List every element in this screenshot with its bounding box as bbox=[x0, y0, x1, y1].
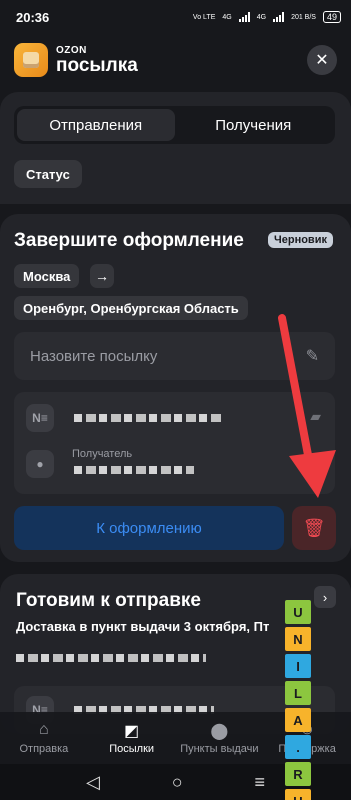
ready-title: Готовим к отправке bbox=[16, 590, 201, 611]
status-filter-chip[interactable]: Статус bbox=[14, 160, 82, 188]
nav-send-label: Отправка bbox=[19, 743, 69, 755]
ready-expand-button[interactable]: › bbox=[314, 586, 336, 608]
chat-icon[interactable]: ▰ bbox=[310, 408, 321, 425]
clock: 20:36 bbox=[16, 9, 50, 25]
draft-title: Завершите оформление bbox=[14, 230, 244, 251]
recipient-label: Получатель bbox=[72, 448, 133, 460]
parcel-name-field[interactable]: ✎ bbox=[14, 332, 335, 380]
brand-small: OZON bbox=[56, 44, 87, 56]
tracking-redacted bbox=[16, 654, 206, 662]
close-icon: ✕ bbox=[315, 52, 329, 69]
map-pin-icon: ⬤ bbox=[210, 723, 229, 740]
home-circle-icon[interactable]: ○ bbox=[172, 772, 183, 793]
unila-watermark: U N I L A . R U bbox=[285, 600, 311, 800]
signal-icon bbox=[238, 12, 250, 22]
nav-send[interactable]: ⌂ Отправка bbox=[0, 712, 88, 764]
watermark-letter: A bbox=[285, 708, 311, 732]
battery-icon: 49 bbox=[322, 11, 341, 23]
speed-indicator: 201 B/S bbox=[291, 13, 316, 21]
watermark-letter: N bbox=[285, 627, 311, 651]
watermark-letter: R bbox=[285, 762, 311, 786]
sender-redacted bbox=[74, 414, 224, 422]
watermark-letter: . bbox=[285, 735, 311, 759]
to-city-chip: Оренбург, Оренбургская Область bbox=[14, 296, 248, 320]
network-4g-indicator: 4G bbox=[222, 13, 232, 21]
draft-badge: Черновик bbox=[268, 232, 333, 248]
recipient-redacted bbox=[74, 466, 194, 474]
from-city-chip: Москва bbox=[14, 264, 80, 288]
tab-sent[interactable]: Отправления bbox=[17, 109, 175, 141]
status-bar: 20:36 Vo LTE 4G 4G 201 B/S 49 bbox=[0, 0, 351, 34]
network-4g-indicator-2: 4G bbox=[256, 13, 267, 21]
segmented-tabs: Отправления Получения bbox=[14, 106, 335, 144]
delete-button[interactable]: 🗑 bbox=[292, 506, 336, 550]
pencil-icon[interactable]: ✎ bbox=[306, 346, 319, 366]
sender-recipient-block[interactable]: N≡ ▰ ● Получатель bbox=[14, 392, 335, 494]
document-icon: N≡ bbox=[26, 404, 54, 432]
volte-indicator: Vo LTE bbox=[192, 13, 216, 21]
ozon-parcel-logo-icon bbox=[14, 43, 48, 77]
watermark-letter: U bbox=[285, 789, 311, 800]
trash-icon: 🗑 bbox=[302, 517, 326, 538]
home-icon: ⌂ bbox=[39, 721, 49, 738]
nav-pickup-label: Пункты выдачи bbox=[180, 743, 259, 755]
signal-icon-2 bbox=[273, 12, 285, 22]
route-arrow-icon: → bbox=[90, 264, 114, 288]
tab-received[interactable]: Получения bbox=[175, 109, 333, 141]
close-button[interactable]: ✕ bbox=[307, 45, 337, 75]
parcel-name-input[interactable] bbox=[30, 347, 290, 365]
box-icon: ◩ bbox=[124, 723, 140, 740]
nav-pickup-points[interactable]: ⬤ Пункты выдачи bbox=[176, 712, 264, 764]
status-icons: Vo LTE 4G 4G 201 B/S 49 bbox=[193, 11, 341, 23]
recents-icon[interactable]: ≡ bbox=[255, 772, 266, 793]
draft-card: Завершите оформление Черновик Москва → О… bbox=[0, 214, 351, 562]
tabs-card: Отправления Получения Статус bbox=[0, 92, 351, 204]
checkout-button[interactable]: К оформлению bbox=[14, 506, 284, 550]
back-icon[interactable]: ◁ bbox=[86, 772, 100, 793]
watermark-letter: U bbox=[285, 600, 311, 624]
watermark-letter: I bbox=[285, 654, 311, 678]
app-header: OZON посылка ✕ bbox=[14, 40, 337, 80]
person-icon: ● bbox=[26, 450, 54, 478]
watermark-letter: L bbox=[285, 681, 311, 705]
nav-parcels-label: Посылки bbox=[109, 743, 155, 755]
brand-title: посылка bbox=[56, 54, 138, 76]
ready-subtitle: Доставка в пункт выдачи 3 октября, Пт bbox=[16, 619, 270, 634]
brand: OZON посылка bbox=[56, 45, 138, 76]
nav-parcels[interactable]: ◩ Посылки bbox=[88, 712, 176, 764]
